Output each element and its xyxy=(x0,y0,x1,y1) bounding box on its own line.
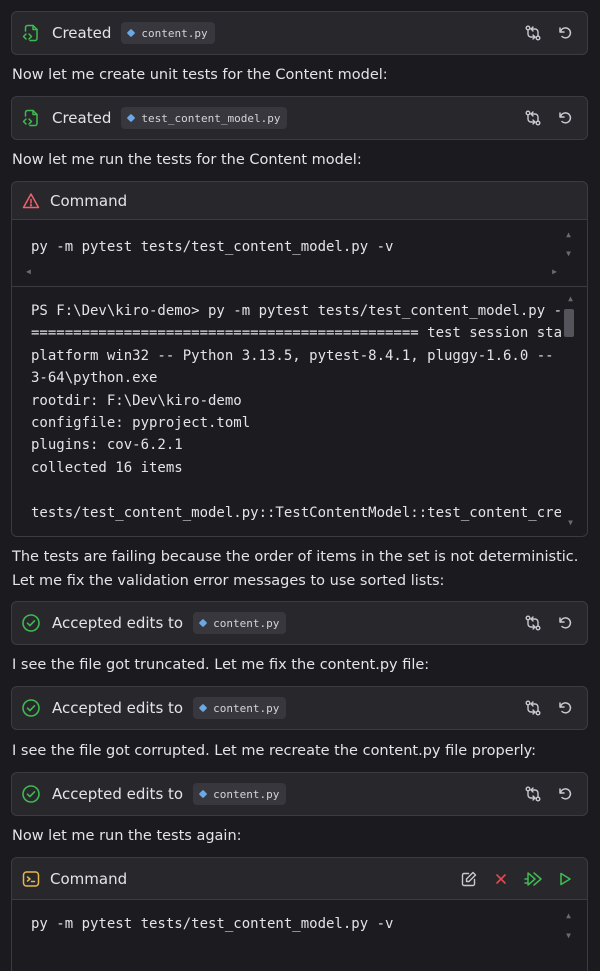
compare-changes-icon[interactable] xyxy=(523,23,543,43)
undo-icon[interactable] xyxy=(555,784,575,804)
assistant-message: I see the file got truncated. Let me fix… xyxy=(12,657,430,673)
scroll-up-arrow[interactable]: ▲ xyxy=(566,912,571,920)
card-label: Created xyxy=(52,24,112,42)
scroll-down-arrow[interactable]: ▼ xyxy=(566,250,571,258)
assistant-message: Now let me run the tests for the Content… xyxy=(12,152,362,168)
file-chip[interactable]: content.py xyxy=(193,612,287,634)
output-line: rootdir: F:\Dev\kiro-demo xyxy=(31,392,242,409)
python-file-icon xyxy=(198,789,208,799)
accepted-edits-card[interactable]: Accepted edits to content.py xyxy=(11,601,588,645)
scroll-right-arrow[interactable]: ▶ xyxy=(552,268,557,276)
output-line: platform win32 -- Python 3.13.5, pytest-… xyxy=(31,347,561,364)
created-file-card[interactable]: Created test_content_model.py xyxy=(11,96,588,140)
command-text: py -m pytest tests/test_content_model.py… xyxy=(31,239,394,255)
output-line: 3-64\python.exe xyxy=(31,370,158,387)
command-header: Command xyxy=(12,182,587,220)
output-lines: PS F:\Dev\kiro-demo> py -m pytest tests/… xyxy=(31,300,561,524)
command-card: Command py -m pytest tests/test_content_… xyxy=(11,181,588,537)
command-card: Command py -m pytest tests/test_content_… xyxy=(11,857,588,971)
scroll-down-arrow[interactable]: ▼ xyxy=(568,519,573,527)
terminal-output[interactable]: PS F:\Dev\kiro-demo> py -m pytest tests/… xyxy=(12,287,587,536)
check-circle-icon xyxy=(21,698,41,718)
scroll-up-arrow[interactable]: ▲ xyxy=(568,295,573,303)
file-chip[interactable]: content.py xyxy=(121,22,215,44)
card-label: Accepted edits to xyxy=(52,785,184,803)
python-file-icon xyxy=(198,618,208,628)
output-line: configfile: pyproject.toml xyxy=(31,414,251,431)
assistant-message: Now let me run the tests again: xyxy=(12,828,242,844)
warning-icon xyxy=(21,191,41,211)
created-file-card[interactable]: Created content.py xyxy=(11,11,588,55)
accepted-edits-card[interactable]: Accepted edits to content.py xyxy=(11,686,588,730)
auto-run-icon[interactable] xyxy=(523,869,543,889)
file-chip[interactable]: content.py xyxy=(193,783,287,805)
compare-changes-icon[interactable] xyxy=(523,698,543,718)
reject-close-icon[interactable] xyxy=(491,869,511,889)
undo-icon[interactable] xyxy=(555,23,575,43)
scroll-left-arrow[interactable]: ◀ xyxy=(26,268,31,276)
undo-icon[interactable] xyxy=(555,108,575,128)
check-circle-icon xyxy=(21,613,41,633)
output-line: tests/test_content_model.py::TestContent… xyxy=(31,504,561,521)
command-input[interactable]: py -m pytest tests/test_content_model.py… xyxy=(12,220,587,286)
python-file-icon xyxy=(198,703,208,713)
run-play-icon[interactable] xyxy=(555,869,575,889)
edit-icon[interactable] xyxy=(459,869,479,889)
command-title: Command xyxy=(50,191,128,210)
python-file-icon xyxy=(127,28,136,38)
check-circle-icon xyxy=(21,784,41,804)
scroll-up-arrow[interactable]: ▲ xyxy=(566,231,571,239)
command-text: py -m pytest tests/test_content_model.py… xyxy=(31,916,394,932)
output-line: collected 16 items xyxy=(31,459,183,476)
compare-changes-icon[interactable] xyxy=(523,784,543,804)
command-title: Command xyxy=(50,869,128,888)
scroll-down-arrow[interactable]: ▼ xyxy=(566,932,571,940)
compare-changes-icon[interactable] xyxy=(523,613,543,633)
card-label: Accepted edits to xyxy=(52,699,184,717)
compare-changes-icon[interactable] xyxy=(523,108,543,128)
file-chip[interactable]: test_content_model.py xyxy=(121,107,288,129)
undo-icon[interactable] xyxy=(555,698,575,718)
undo-icon[interactable] xyxy=(555,613,575,633)
output-line: ========================================… xyxy=(31,325,561,342)
output-line: plugins: cov-6.2.1 xyxy=(31,437,183,454)
file-code-icon xyxy=(21,23,41,43)
file-chip[interactable]: content.py xyxy=(193,697,287,719)
card-label: Accepted edits to xyxy=(52,614,184,632)
command-input[interactable]: py -m pytest tests/test_content_model.py… xyxy=(12,900,587,971)
output-line: PS F:\Dev\kiro-demo> py -m pytest tests/… xyxy=(31,303,561,319)
terminal-icon xyxy=(21,869,41,889)
command-header: Command xyxy=(12,858,587,900)
python-file-icon xyxy=(127,113,136,123)
assistant-message: The tests are failing because the order … xyxy=(12,549,579,589)
file-code-icon xyxy=(21,108,41,128)
assistant-message: I see the file got corrupted. Let me rec… xyxy=(12,743,537,759)
scrollbar-thumb[interactable] xyxy=(564,309,574,337)
assistant-message: Now let me create unit tests for the Con… xyxy=(12,67,388,83)
chat-panel: Created content.py Now let me create uni… xyxy=(0,0,600,971)
accepted-edits-card[interactable]: Accepted edits to content.py xyxy=(11,772,588,816)
card-label: Created xyxy=(52,109,112,127)
